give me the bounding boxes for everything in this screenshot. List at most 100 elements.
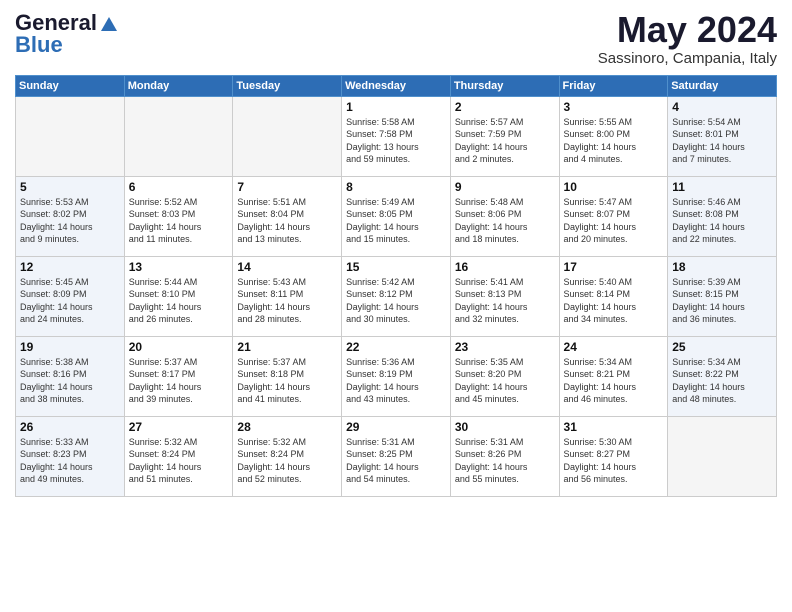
day-info: Sunrise: 5:58 AM Sunset: 7:58 PM Dayligh…	[346, 116, 446, 166]
calendar-day: 26Sunrise: 5:33 AM Sunset: 8:23 PM Dayli…	[16, 416, 125, 496]
calendar-day: 12 Sunrise: 5:45 AM Sunset: 8:09 PM Dayli…	[16, 256, 125, 336]
day-info: Sunrise: 5:51 AM Sunset: 8:04 PM Dayligh…	[237, 196, 337, 246]
day-info: Sunrise: 5:55 AM Sunset: 8:00 PM Dayligh…	[564, 116, 664, 166]
day-number: 22	[346, 340, 446, 354]
day-info: Sunrise: 5:39 AM Sunset: 8:15 PM Dayligh…	[672, 276, 772, 326]
day-number: 28	[237, 420, 337, 434]
day-number: 4	[672, 100, 772, 114]
calendar-day: 29Sunrise: 5:31 AM Sunset: 8:25 PM Dayli…	[342, 416, 451, 496]
day-number: 20	[129, 340, 229, 354]
header-sunday: Sunday	[16, 75, 125, 96]
day-info: Sunrise: 5:52 AM Sunset: 8:03 PM Dayligh…	[129, 196, 229, 246]
header-tuesday: Tuesday	[233, 75, 342, 96]
calendar-day: 24 Sunrise: 5:34 AM Sunset: 8:21 PM Dayli…	[559, 336, 668, 416]
calendar-day: 30 Sunrise: 5:31 AM Sunset: 8:26 PM Dayli…	[450, 416, 559, 496]
day-number: 3	[564, 100, 664, 114]
day-info: Sunrise: 5:53 AM Sunset: 8:02 PM Dayligh…	[20, 196, 120, 246]
day-info: Sunrise: 5:38 AM Sunset: 8:16 PM Dayligh…	[20, 356, 120, 406]
day-info: Sunrise: 5:37 AM Sunset: 8:17 PM Dayligh…	[129, 356, 229, 406]
calendar-day	[124, 96, 233, 176]
day-info: Sunrise: 5:45 AM Sunset: 8:09 PM Dayligh…	[20, 276, 120, 326]
day-number: 19	[20, 340, 120, 354]
logo: General Blue	[15, 10, 121, 58]
calendar-day: 16Sunrise: 5:41 AM Sunset: 8:13 PM Dayli…	[450, 256, 559, 336]
calendar-week-row: 5 Sunrise: 5:53 AM Sunset: 8:02 PM Daylig…	[16, 176, 777, 256]
day-number: 27	[129, 420, 229, 434]
calendar-day	[233, 96, 342, 176]
calendar-day: 20 Sunrise: 5:37 AM Sunset: 8:17 PM Dayli…	[124, 336, 233, 416]
day-info: Sunrise: 5:44 AM Sunset: 8:10 PM Dayligh…	[129, 276, 229, 326]
header-saturday: Saturday	[668, 75, 777, 96]
month-title: May 2024	[598, 10, 777, 50]
logo-blue: Blue	[15, 32, 63, 58]
calendar-day: 10Sunrise: 5:47 AM Sunset: 8:07 PM Dayli…	[559, 176, 668, 256]
day-number: 14	[237, 260, 337, 274]
calendar-day	[16, 96, 125, 176]
day-number: 8	[346, 180, 446, 194]
calendar-day: 17Sunrise: 5:40 AM Sunset: 8:14 PM Dayli…	[559, 256, 668, 336]
calendar-day: 19 Sunrise: 5:38 AM Sunset: 8:16 PM Dayli…	[16, 336, 125, 416]
calendar-day: 3 Sunrise: 5:55 AM Sunset: 8:00 PM Daylig…	[559, 96, 668, 176]
calendar-day: 25 Sunrise: 5:34 AM Sunset: 8:22 PM Dayli…	[668, 336, 777, 416]
day-info: Sunrise: 5:30 AM Sunset: 8:27 PM Dayligh…	[564, 436, 664, 486]
day-number: 16	[455, 260, 555, 274]
day-info: Sunrise: 5:35 AM Sunset: 8:20 PM Dayligh…	[455, 356, 555, 406]
day-number: 24	[564, 340, 664, 354]
calendar-day: 2Sunrise: 5:57 AM Sunset: 7:59 PM Daylig…	[450, 96, 559, 176]
day-number: 1	[346, 100, 446, 114]
calendar-day: 9Sunrise: 5:48 AM Sunset: 8:06 PM Daylig…	[450, 176, 559, 256]
day-number: 25	[672, 340, 772, 354]
day-number: 6	[129, 180, 229, 194]
day-number: 10	[564, 180, 664, 194]
day-number: 7	[237, 180, 337, 194]
day-info: Sunrise: 5:32 AM Sunset: 8:24 PM Dayligh…	[129, 436, 229, 486]
day-info: Sunrise: 5:37 AM Sunset: 8:18 PM Dayligh…	[237, 356, 337, 406]
day-number: 12	[20, 260, 120, 274]
day-number: 29	[346, 420, 446, 434]
calendar-day: 21Sunrise: 5:37 AM Sunset: 8:18 PM Dayli…	[233, 336, 342, 416]
day-info: Sunrise: 5:34 AM Sunset: 8:22 PM Dayligh…	[672, 356, 772, 406]
header-wednesday: Wednesday	[342, 75, 451, 96]
calendar-day: 4 Sunrise: 5:54 AM Sunset: 8:01 PM Daylig…	[668, 96, 777, 176]
day-number: 11	[672, 180, 772, 194]
calendar-week-row: 12 Sunrise: 5:45 AM Sunset: 8:09 PM Dayli…	[16, 256, 777, 336]
day-info: Sunrise: 5:32 AM Sunset: 8:24 PM Dayligh…	[237, 436, 337, 486]
day-number: 31	[564, 420, 664, 434]
calendar-day: 13 Sunrise: 5:44 AM Sunset: 8:10 PM Dayli…	[124, 256, 233, 336]
calendar-page: General Blue May 2024 Sassinoro, Campani…	[0, 0, 792, 612]
day-number: 23	[455, 340, 555, 354]
header: General Blue May 2024 Sassinoro, Campani…	[15, 10, 777, 67]
day-number: 5	[20, 180, 120, 194]
day-number: 13	[129, 260, 229, 274]
header-monday: Monday	[124, 75, 233, 96]
header-thursday: Thursday	[450, 75, 559, 96]
calendar-week-row: 19 Sunrise: 5:38 AM Sunset: 8:16 PM Dayli…	[16, 336, 777, 416]
day-number: 18	[672, 260, 772, 274]
calendar-day: 18 Sunrise: 5:39 AM Sunset: 8:15 PM Dayli…	[668, 256, 777, 336]
calendar-day: 11 Sunrise: 5:46 AM Sunset: 8:08 PM Dayli…	[668, 176, 777, 256]
header-friday: Friday	[559, 75, 668, 96]
day-info: Sunrise: 5:43 AM Sunset: 8:11 PM Dayligh…	[237, 276, 337, 326]
calendar-day: 6 Sunrise: 5:52 AM Sunset: 8:03 PM Daylig…	[124, 176, 233, 256]
location-subtitle: Sassinoro, Campania, Italy	[598, 50, 777, 67]
day-info: Sunrise: 5:31 AM Sunset: 8:26 PM Dayligh…	[455, 436, 555, 486]
day-info: Sunrise: 5:36 AM Sunset: 8:19 PM Dayligh…	[346, 356, 446, 406]
day-info: Sunrise: 5:54 AM Sunset: 8:01 PM Dayligh…	[672, 116, 772, 166]
title-block: May 2024 Sassinoro, Campania, Italy	[598, 10, 777, 67]
calendar-day: 7 Sunrise: 5:51 AM Sunset: 8:04 PM Daylig…	[233, 176, 342, 256]
calendar-day: 28 Sunrise: 5:32 AM Sunset: 8:24 PM Dayli…	[233, 416, 342, 496]
day-info: Sunrise: 5:34 AM Sunset: 8:21 PM Dayligh…	[564, 356, 664, 406]
calendar-day: 27 Sunrise: 5:32 AM Sunset: 8:24 PM Dayli…	[124, 416, 233, 496]
calendar-day: 8Sunrise: 5:49 AM Sunset: 8:05 PM Daylig…	[342, 176, 451, 256]
day-info: Sunrise: 5:46 AM Sunset: 8:08 PM Dayligh…	[672, 196, 772, 246]
day-number: 2	[455, 100, 555, 114]
calendar-day: 14 Sunrise: 5:43 AM Sunset: 8:11 PM Dayli…	[233, 256, 342, 336]
day-info: Sunrise: 5:40 AM Sunset: 8:14 PM Dayligh…	[564, 276, 664, 326]
calendar-day: 15Sunrise: 5:42 AM Sunset: 8:12 PM Dayli…	[342, 256, 451, 336]
calendar-table: SundayMondayTuesdayWednesdayThursdayFrid…	[15, 75, 777, 497]
day-number: 9	[455, 180, 555, 194]
calendar-day: 5 Sunrise: 5:53 AM Sunset: 8:02 PM Daylig…	[16, 176, 125, 256]
day-info: Sunrise: 5:42 AM Sunset: 8:12 PM Dayligh…	[346, 276, 446, 326]
day-number: 26	[20, 420, 120, 434]
day-number: 30	[455, 420, 555, 434]
